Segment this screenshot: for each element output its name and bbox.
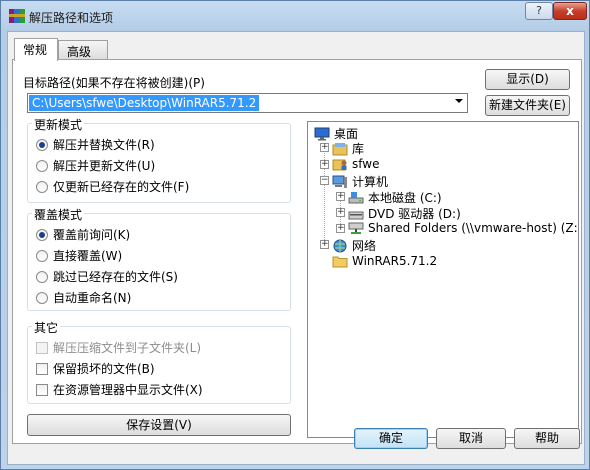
dialog-client: 常规 高级 目标路径(如果不存在将被创建)(P) 显示(D) 新建文件夹(E) … (7, 31, 585, 465)
radio-fresh-existing[interactable]: 仅更新已经存在的文件(F) (36, 178, 189, 195)
radio-unchecked-icon (36, 291, 48, 304)
title-bar[interactable]: 解压路径和选项 ? x (1, 1, 590, 31)
expand-icon[interactable]: + (336, 224, 345, 233)
computer-icon (332, 175, 347, 188)
dialog-window: 解压路径和选项 ? x 常规 高级 目标路径(如果不存在将被创建)(P) 显示(… (0, 0, 590, 470)
misc-title: 其它 (32, 319, 61, 336)
update-mode-group: 更新模式 解压并替换文件(R) 解压并更新文件(U) 仅更新已经存在的文件(F) (27, 116, 291, 203)
winrar-icon (9, 9, 25, 23)
expand-icon[interactable]: + (320, 143, 329, 152)
radio-unchecked-icon (36, 180, 48, 193)
desktop-icon (314, 127, 330, 140)
radio-extract-replace[interactable]: 解压并替换文件(R) (36, 136, 155, 153)
expand-icon[interactable]: + (336, 208, 345, 217)
check-extract-to-subfolder: 解压压缩文件到子文件夹(L) (36, 339, 201, 356)
library-icon (332, 142, 348, 155)
dest-path-label: 目标路径(如果不存在将被创建)(P) (23, 76, 205, 90)
close-button[interactable]: x (553, 2, 587, 20)
checkbox-icon (36, 362, 48, 375)
user-folder-icon (332, 159, 347, 171)
network-icon (333, 239, 347, 252)
ok-button[interactable]: 确定 (354, 428, 428, 449)
radio-extract-update[interactable]: 解压并更新文件(U) (36, 157, 155, 174)
expand-icon[interactable]: + (320, 160, 329, 169)
expand-icon[interactable]: + (320, 240, 329, 249)
tree-item-dvd-drive-d[interactable]: DVD 驱动器 (D:) (348, 205, 461, 222)
update-mode-title: 更新模式 (32, 116, 85, 133)
radio-unchecked-icon (36, 270, 48, 283)
save-settings-button[interactable]: 保存设置(V) (27, 414, 291, 436)
hard-disk-icon (348, 191, 364, 203)
tree-item-network[interactable]: 网络 (332, 237, 376, 254)
overwrite-mode-title: 覆盖模式 (32, 206, 85, 223)
tree-item-local-disk-c[interactable]: 本地磁盘 (C:) (348, 189, 442, 206)
checkbox-icon (36, 341, 48, 354)
radio-checked-icon (36, 138, 48, 151)
check-keep-broken-files[interactable]: 保留损坏的文件(B) (36, 360, 155, 377)
folder-tree[interactable]: 桌面 + 库 + sfwe − 计算机 + 本地磁盘 (C:) + DVD 驱动… (307, 121, 579, 438)
show-button[interactable]: 显示(D) (485, 69, 570, 90)
dest-path-value: C:\Users\sfwe\Desktop\WinRAR5.71.2 (29, 95, 260, 111)
misc-group: 其它 解压压缩文件到子文件夹(L) 保留损坏的文件(B) 在资源管理器中显示文件… (27, 319, 291, 404)
tab-advanced[interactable]: 高级 (58, 40, 108, 60)
radio-unchecked-icon (36, 249, 48, 262)
expand-icon[interactable]: + (336, 192, 345, 201)
folder-icon (332, 256, 348, 268)
network-drive-icon (348, 222, 364, 234)
dropdown-arrow-icon[interactable] (455, 99, 463, 103)
check-show-in-explorer[interactable]: 在资源管理器中显示文件(X) (36, 381, 203, 398)
tree-item-winrar-folder[interactable]: WinRAR5.71.2 (332, 254, 437, 268)
radio-ask-before-overwrite[interactable]: 覆盖前询问(K) (36, 226, 130, 243)
tree-item-user[interactable]: sfwe (332, 157, 379, 171)
radio-unchecked-icon (36, 159, 48, 172)
window-title: 解压路径和选项 (29, 11, 114, 25)
radio-skip-existing[interactable]: 跳过已经存在的文件(S) (36, 268, 178, 285)
radio-overwrite-direct[interactable]: 直接覆盖(W) (36, 247, 122, 264)
tree-item-library[interactable]: 库 (332, 140, 364, 157)
new-folder-button[interactable]: 新建文件夹(E) (485, 95, 570, 116)
help-title-button[interactable]: ? (525, 2, 553, 20)
tab-panel: 目标路径(如果不存在将被创建)(P) 显示(D) 新建文件夹(E) C:\Use… (12, 59, 582, 444)
dest-path-combobox[interactable]: C:\Users\sfwe\Desktop\WinRAR5.71.2 (27, 93, 468, 113)
checkbox-icon (36, 383, 48, 396)
tab-general[interactable]: 常规 (14, 38, 58, 61)
tree-item-shared-folders-z[interactable]: Shared Folders (\\vmware-host) (Z:) (348, 221, 578, 235)
help-button[interactable]: 帮助 (514, 428, 580, 449)
cancel-button[interactable]: 取消 (436, 428, 506, 449)
radio-auto-rename[interactable]: 自动重命名(N) (36, 289, 131, 306)
radio-checked-icon (36, 228, 48, 241)
tree-item-computer[interactable]: 计算机 (332, 173, 388, 190)
overwrite-mode-group: 覆盖模式 覆盖前询问(K) 直接覆盖(W) 跳过已经存在的文件(S) 自动重命名… (27, 206, 291, 311)
collapse-icon[interactable]: − (320, 176, 329, 185)
dvd-drive-icon (348, 211, 364, 219)
